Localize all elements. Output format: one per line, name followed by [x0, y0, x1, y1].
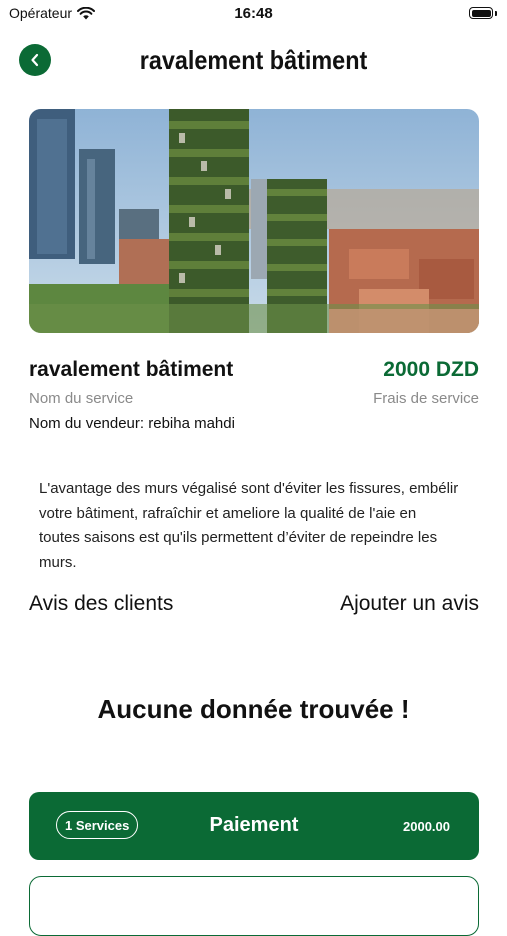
reviews-title: Avis des clients — [29, 592, 174, 615]
payment-amount: 2000.00 — [403, 819, 450, 834]
service-image — [29, 109, 479, 333]
clock: 16:48 — [234, 5, 273, 22]
service-fee-label: Frais de service — [373, 390, 479, 407]
page-title: ravalement bâtiment — [139, 45, 368, 75]
service-description: L'avantage des murs végalisé sont d'évit… — [39, 480, 459, 571]
service-price: 2000 DZD — [383, 358, 479, 381]
service-name-label: Nom du service — [29, 390, 134, 407]
payment-button[interactable]: 1 Services Paiement 2000.00 — [29, 792, 479, 860]
secondary-action-card[interactable] — [29, 876, 479, 936]
battery-icon — [469, 7, 497, 20]
status-bar: Opérateur 16:48 — [0, 0, 507, 28]
vendor-name: Nom du vendeur: rebiha mahdi — [29, 415, 235, 432]
empty-reviews-message: Aucune donnée trouvée ! — [97, 694, 410, 724]
add-review-button[interactable]: Ajouter un avis — [340, 592, 479, 616]
service-name: ravalement bâtiment — [29, 358, 234, 381]
